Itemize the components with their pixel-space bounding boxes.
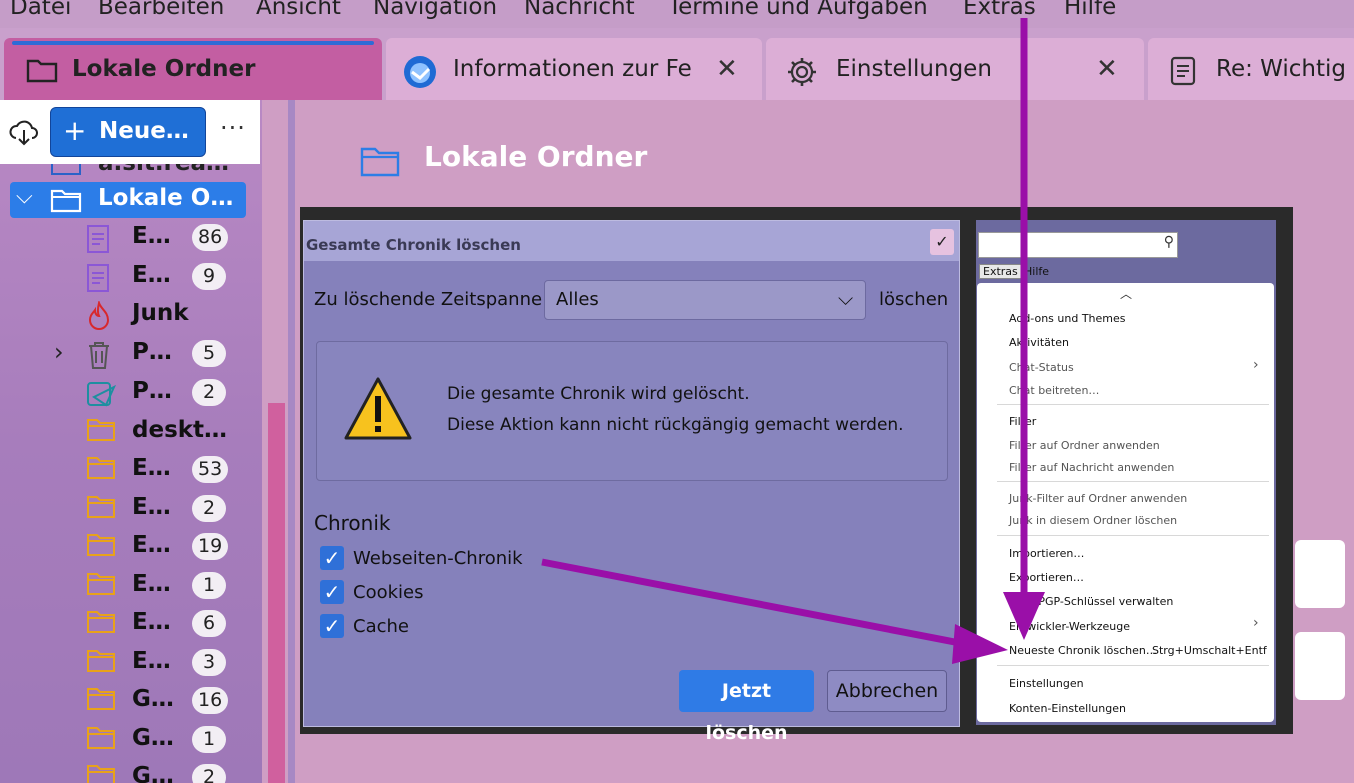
annotation-arrows [541,18,1045,664]
arrow-to-menu-item [541,18,1045,664]
